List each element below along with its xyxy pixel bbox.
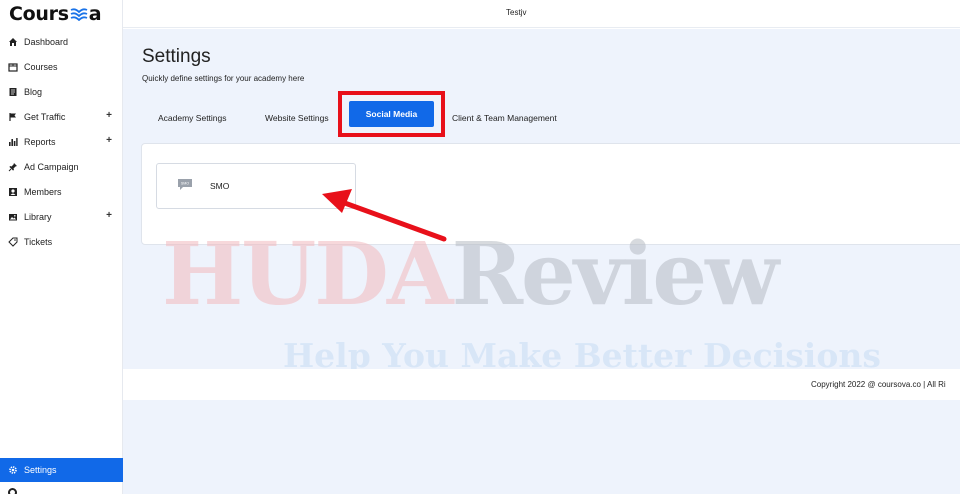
- sidebar-item-label: Settings: [24, 465, 57, 475]
- tab-social-media[interactable]: Social Media: [349, 101, 434, 127]
- expand-plus-icon[interactable]: +: [106, 210, 112, 221]
- settings-tabs: Academy Settings Website Settings Social…: [123, 91, 960, 137]
- blog-icon: [8, 87, 18, 97]
- page-title: Settings: [142, 46, 211, 67]
- footer: Copyright 2022 @ coursova.co | All Ri: [123, 369, 960, 400]
- sidebar-item-partial[interactable]: [0, 486, 123, 494]
- sidebar-item-label: Dashboard: [24, 36, 69, 47]
- tab-website-settings[interactable]: Website Settings: [265, 113, 329, 123]
- sidebar-item-label: Courses: [24, 61, 58, 72]
- brand-name-prefix: Cours: [9, 3, 69, 25]
- watermark-part-a: HUDA: [162, 224, 454, 325]
- page-subtitle: Quickly define settings for your academy…: [142, 74, 305, 83]
- person-icon: [8, 187, 18, 197]
- sidebar-item-dashboard[interactable]: Dashboard: [0, 29, 123, 54]
- open-book-icon: [70, 8, 88, 21]
- sidebar-item-label: Tickets: [24, 236, 53, 247]
- sidebar-item-label: Blog: [24, 86, 43, 97]
- gear-icon: [8, 465, 18, 475]
- top-bar: Testjv: [123, 0, 960, 28]
- smo-icon-text: SMO: [181, 182, 189, 186]
- box-icon: [8, 62, 18, 72]
- tab-client-team-management[interactable]: Client & Team Management: [452, 113, 557, 123]
- tab-academy-settings[interactable]: Academy Settings: [158, 113, 227, 123]
- expand-plus-icon[interactable]: +: [106, 135, 112, 146]
- sidebar-nav: Dashboard Courses Blog Get Traffic + Rep…: [0, 29, 123, 254]
- brand-name-suffix: a: [88, 3, 102, 25]
- sidebar-item-members[interactable]: Members: [0, 179, 123, 204]
- smo-chat-icon: SMO: [178, 179, 192, 190]
- circle-icon: [8, 488, 17, 494]
- sidebar-item-ad-campaign[interactable]: Ad Campaign: [0, 154, 123, 179]
- pin-icon: [8, 162, 18, 172]
- flag-icon: [8, 112, 18, 122]
- smo-label: SMO: [210, 181, 230, 191]
- ticket-icon: [8, 237, 18, 247]
- home-icon: [8, 37, 18, 47]
- sidebar-item-label: Ad Campaign: [24, 161, 79, 172]
- sidebar-item-library[interactable]: Library +: [0, 204, 123, 229]
- smo-option[interactable]: SMO SMO: [156, 163, 356, 209]
- sidebar-item-reports[interactable]: Reports +: [0, 129, 123, 154]
- background-area: [123, 400, 960, 494]
- sidebar-item-tickets[interactable]: Tickets: [0, 229, 123, 254]
- sidebar-item-courses[interactable]: Courses: [0, 54, 123, 79]
- copyright-text: Copyright 2022 @ coursova.co | All Ri: [811, 380, 946, 389]
- brand-logo[interactable]: Cours a: [9, 3, 102, 25]
- sidebar-item-label: Members: [24, 186, 62, 197]
- image-icon: [8, 212, 18, 222]
- bar-chart-icon: [8, 137, 18, 147]
- user-name[interactable]: Testjv: [506, 8, 526, 17]
- expand-plus-icon[interactable]: +: [106, 110, 112, 121]
- watermark-part-b: Review: [451, 224, 780, 325]
- sidebar-item-label: Library: [24, 211, 52, 222]
- sidebar: Cours a Dashboard Courses Blog Get Traff…: [0, 0, 123, 494]
- sidebar-item-settings[interactable]: Settings: [0, 458, 123, 482]
- watermark-logo: HUDAReview: [162, 232, 779, 318]
- sidebar-item-label: Reports: [24, 136, 56, 147]
- sidebar-item-get-traffic[interactable]: Get Traffic +: [0, 104, 123, 129]
- sidebar-item-label: Get Traffic: [24, 111, 66, 122]
- sidebar-item-blog[interactable]: Blog: [0, 79, 123, 104]
